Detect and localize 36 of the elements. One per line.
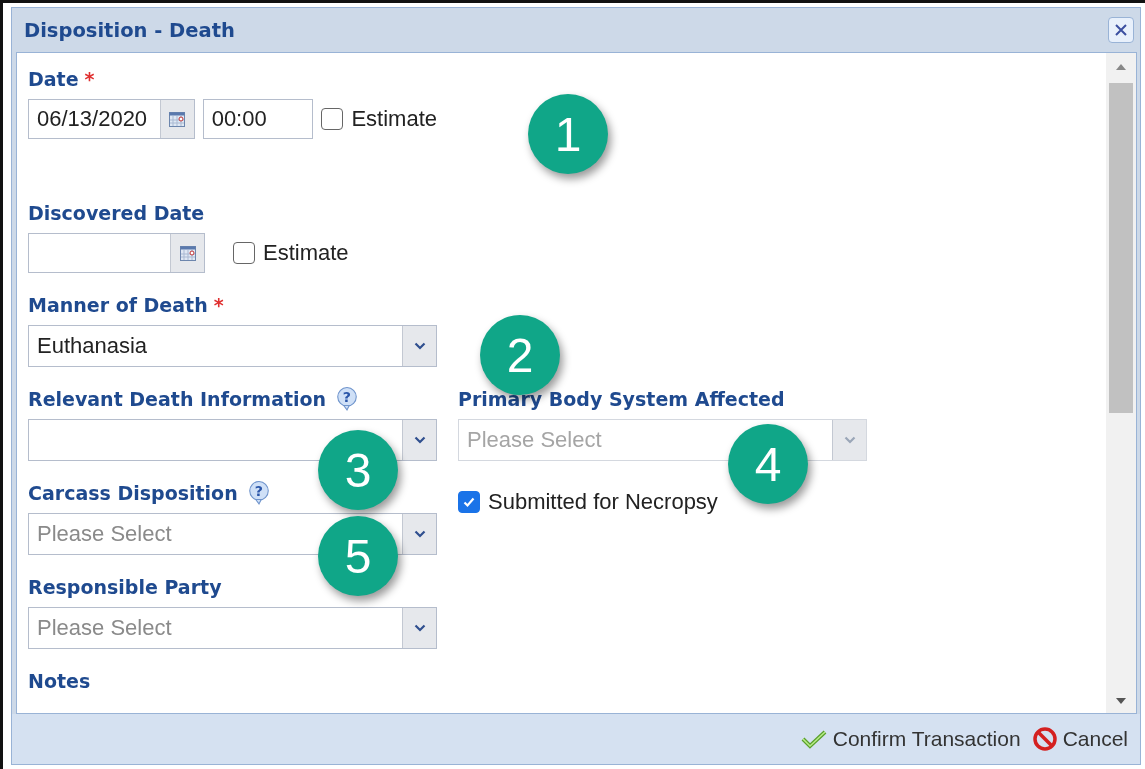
- close-button[interactable]: [1108, 17, 1134, 43]
- prohibited-icon: [1032, 727, 1057, 751]
- scroll-down-icon[interactable]: [1115, 697, 1127, 705]
- dropdown-field[interactable]: Euthanasia: [28, 325, 437, 367]
- checkbox[interactable]: [233, 242, 255, 264]
- required-mark: *: [84, 68, 95, 90]
- caret-icon[interactable]: [402, 608, 436, 648]
- caret-icon[interactable]: [402, 420, 436, 460]
- caret-icon[interactable]: [402, 326, 436, 366]
- field-label: Notes: [28, 670, 91, 692]
- scrollbar-thumb[interactable]: [1109, 83, 1133, 413]
- time-field[interactable]: 00:00: [202, 99, 314, 139]
- field-label: Responsible Party: [28, 576, 222, 598]
- checkbox-label: Submitted for Necropsy: [488, 489, 718, 515]
- field-label: Date: [28, 68, 79, 90]
- close-icon: [1114, 23, 1128, 37]
- field-label: Relevant Death Information: [28, 388, 327, 410]
- field-label: Manner of Death: [28, 294, 208, 316]
- caret-icon[interactable]: [402, 514, 436, 554]
- confirm-button[interactable]: Confirm Transaction: [798, 725, 1023, 753]
- field-label: Discovered Date: [28, 202, 205, 224]
- checkbox[interactable]: [458, 491, 480, 513]
- calendar-icon[interactable]: [170, 234, 204, 272]
- cancel-button[interactable]: Cancel: [1030, 725, 1130, 753]
- window-title: Disposition - Death: [24, 18, 235, 42]
- date-field[interactable]: 06/13/2020: [28, 99, 195, 139]
- calendar-icon[interactable]: [159, 100, 194, 138]
- check-icon: [462, 495, 476, 509]
- checkmark-icon: [800, 729, 827, 749]
- scroll-up-icon[interactable]: [1115, 63, 1127, 71]
- checkbox[interactable]: [321, 108, 344, 130]
- date-field[interactable]: [28, 233, 205, 273]
- checkbox-label: Estimate: [351, 106, 437, 132]
- field-label: Carcass Disposition: [28, 482, 238, 504]
- required-mark: *: [213, 294, 224, 316]
- checkbox-label: Estimate: [263, 240, 349, 266]
